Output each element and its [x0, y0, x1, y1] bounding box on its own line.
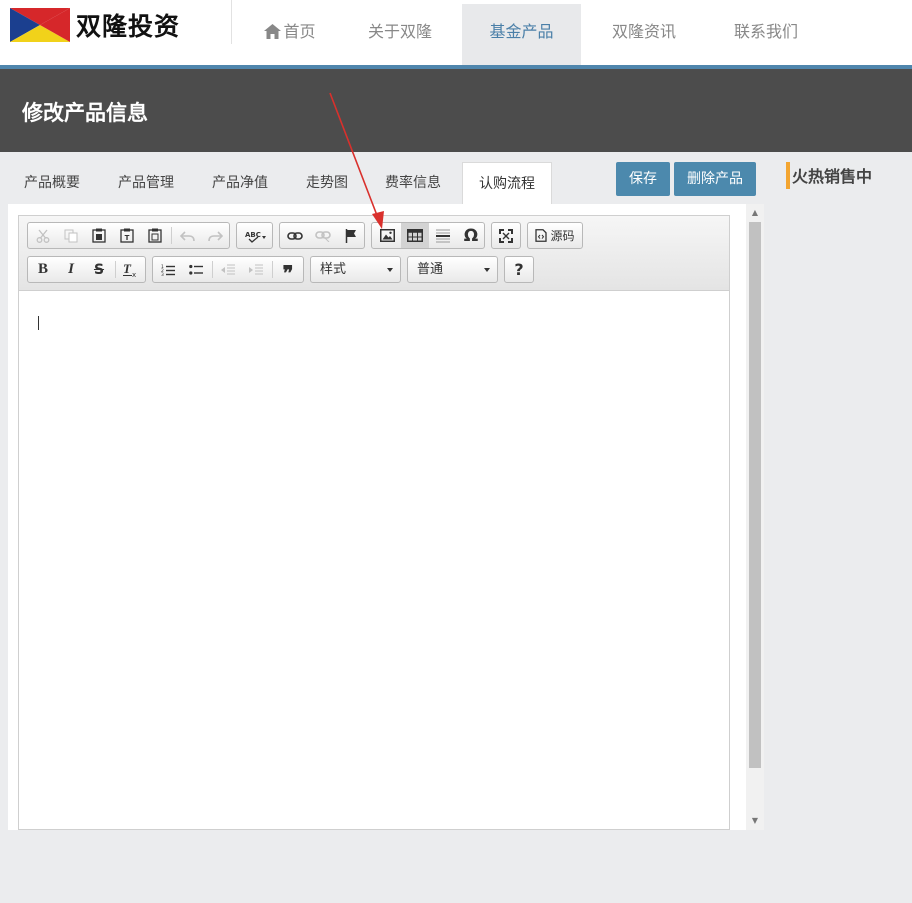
home-icon: [264, 24, 282, 39]
maximize-icon[interactable]: [492, 223, 520, 248]
toolbar-separator: [115, 261, 116, 278]
help-button[interactable]: ?: [505, 257, 533, 282]
spellcheck-icon[interactable]: ABC: [239, 223, 272, 248]
delete-product-button[interactable]: 删除产品: [674, 162, 756, 196]
svg-text:T: T: [125, 234, 130, 242]
tab-product-summary[interactable]: 产品概要: [10, 162, 94, 204]
editor-content-area[interactable]: [19, 292, 729, 829]
special-char-icon[interactable]: Ω: [457, 223, 485, 248]
link-group: [279, 222, 365, 249]
brand-name: 双隆投资: [76, 12, 181, 41]
lists-group: 123 ❞: [152, 256, 304, 285]
bold-icon[interactable]: B: [29, 257, 57, 282]
hot-marker: [786, 162, 790, 189]
hot-sale-title: 火热销售中: [792, 167, 873, 186]
chevron-down-icon: [484, 268, 490, 272]
numbered-list-icon[interactable]: 123: [154, 257, 182, 282]
nav-about[interactable]: 关于双隆: [352, 4, 448, 65]
tab-fee-info[interactable]: 费率信息: [371, 162, 455, 204]
rich-text-editor: T ABC Ω 源码 B I S T x 1 2 3 ❞ 样式 普通 ?: [18, 215, 730, 830]
help-group: ?: [504, 256, 534, 283]
undo-icon[interactable]: [173, 223, 201, 248]
source-group: 源码: [527, 222, 583, 249]
scroll-up-icon[interactable]: ▲: [750, 208, 760, 218]
nav-home[interactable]: 首页: [250, 4, 330, 65]
editor-toolbar: T ABC Ω 源码 B I S T x 1 2 3 ❞ 样式 普通 ?: [19, 216, 729, 291]
source-button[interactable]: 源码: [529, 223, 581, 248]
page-title: 修改产品信息: [22, 101, 148, 125]
brand-logo[interactable]: 双隆投资: [10, 6, 180, 44]
clipboard-group: T: [27, 222, 230, 249]
nav-contact[interactable]: 联系我们: [718, 4, 814, 65]
scrollbar-thumb[interactable]: [749, 222, 761, 768]
insert-group: Ω: [371, 222, 485, 249]
link-icon[interactable]: [281, 223, 309, 248]
cut-icon[interactable]: [29, 223, 57, 248]
bulleted-list-icon[interactable]: [182, 257, 210, 282]
remove-format-icon[interactable]: Tx: [117, 257, 145, 282]
styles-dropdown[interactable]: 样式: [310, 256, 401, 283]
nav-home-label: 首页: [283, 22, 316, 41]
page-header: 修改产品信息: [0, 69, 912, 152]
tab-trend-chart[interactable]: 走势图: [292, 162, 362, 204]
paste-word-icon[interactable]: [141, 223, 169, 248]
chevron-down-icon: [387, 268, 393, 272]
logo-divider: [231, 0, 232, 44]
blockquote-icon[interactable]: ❞: [274, 257, 302, 285]
format-dropdown-label: 普通: [417, 262, 444, 277]
horizontal-rule-icon[interactable]: [429, 223, 457, 248]
svg-text:3: 3: [161, 272, 164, 276]
vertical-scrollbar[interactable]: ▲ ▼: [746, 204, 764, 830]
toolbar-separator: [212, 261, 213, 278]
maximize-group: [491, 222, 521, 249]
nav-news[interactable]: 双隆资讯: [596, 4, 692, 65]
table-icon[interactable]: [401, 223, 429, 248]
format-dropdown[interactable]: 普通: [407, 256, 498, 283]
nav-fund-products[interactable]: 基金产品: [462, 4, 581, 65]
source-icon: [535, 229, 548, 242]
indent-icon[interactable]: [242, 257, 270, 282]
svg-text:ABC: ABC: [245, 231, 261, 239]
paste-text-icon[interactable]: T: [113, 223, 141, 248]
scroll-down-icon[interactable]: ▼: [750, 816, 760, 826]
toolbar-separator: [272, 261, 273, 278]
copy-icon[interactable]: [57, 223, 85, 248]
tab-subscription-process[interactable]: 认购流程: [462, 162, 552, 204]
toolbar-separator: [171, 227, 172, 244]
logo-flag-icon: [10, 8, 70, 42]
source-label: 源码: [550, 229, 575, 243]
styles-dropdown-label: 样式: [320, 262, 347, 277]
anchor-flag-icon[interactable]: [337, 223, 365, 248]
unlink-icon[interactable]: [309, 223, 337, 248]
text-cursor: [38, 316, 39, 330]
basic-styles-group: B I S Tx: [27, 256, 146, 283]
tab-product-nav[interactable]: 产品净值: [198, 162, 282, 204]
paste-icon[interactable]: [85, 223, 113, 248]
redo-icon[interactable]: [201, 223, 229, 248]
image-icon[interactable]: [373, 223, 401, 248]
spellcheck-group: ABC: [236, 222, 273, 249]
svg-text:T: T: [123, 262, 132, 276]
svg-text:x: x: [132, 271, 136, 277]
save-button[interactable]: 保存: [616, 162, 670, 196]
top-nav: 双隆投资 首页 关于双隆 基金产品 双隆资讯 联系我们: [0, 0, 912, 65]
italic-icon[interactable]: I: [57, 257, 85, 282]
tab-product-management[interactable]: 产品管理: [104, 162, 188, 204]
outdent-icon[interactable]: [214, 257, 242, 282]
strike-icon[interactable]: S: [85, 257, 113, 282]
editor-panel: T ABC Ω 源码 B I S T x 1 2 3 ❞ 样式 普通 ? ▲ ▼: [8, 204, 764, 830]
